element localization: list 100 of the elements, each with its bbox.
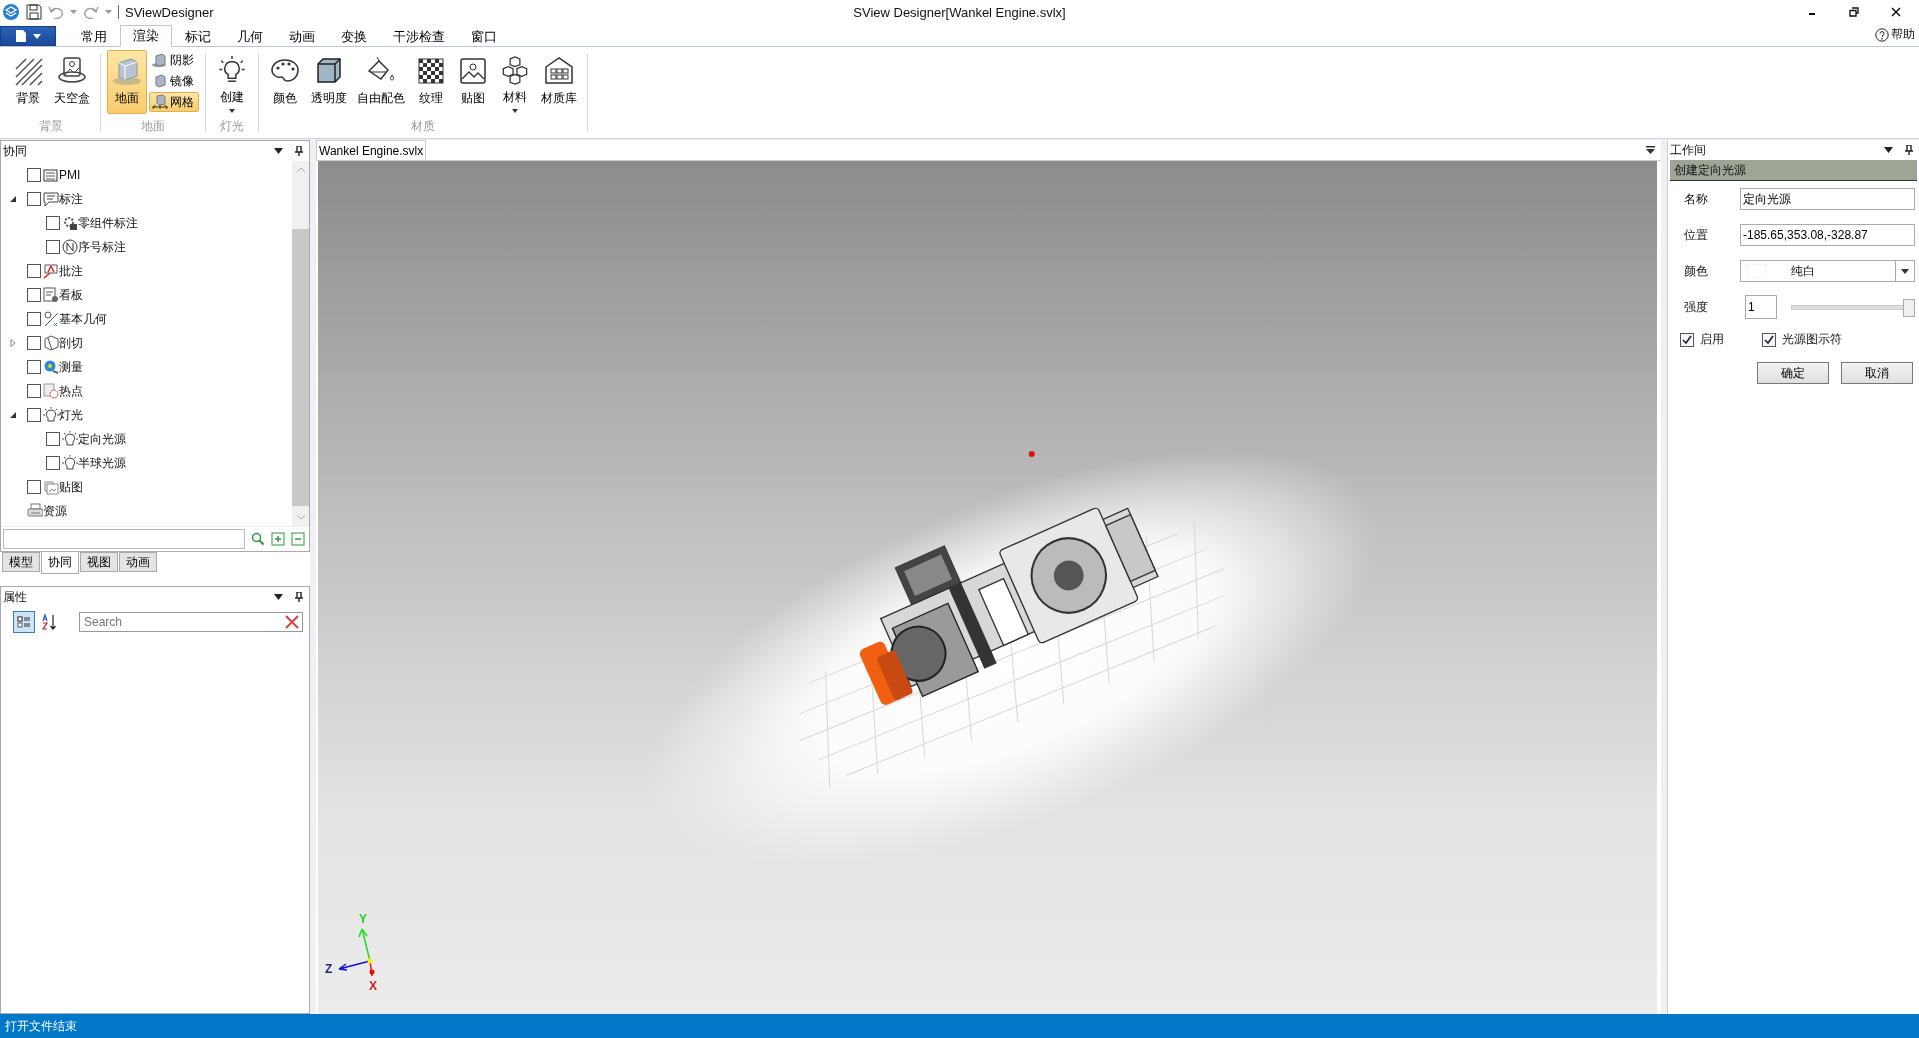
checkbox[interactable]	[27, 168, 41, 182]
search-field[interactable]: Search	[79, 612, 303, 632]
ribbon-tab[interactable]: 变换	[328, 25, 380, 47]
restore-icon[interactable]	[1849, 7, 1859, 17]
ribbon-tab[interactable]: 窗口	[458, 25, 510, 47]
panel-tab[interactable]: 视图	[80, 552, 118, 572]
checkbox[interactable]	[46, 456, 60, 470]
filter-field[interactable]	[3, 529, 245, 549]
ribbon-button[interactable]: 材质库	[537, 50, 581, 114]
tree-item[interactable]: 序号标注	[1, 235, 292, 259]
ribbon-button[interactable]: 材料	[495, 50, 535, 114]
ribbon-button[interactable]: 地面	[107, 50, 147, 114]
dropdown-icon[interactable]	[274, 148, 283, 154]
categorized-list-icon[interactable]	[13, 611, 35, 633]
close-icon[interactable]	[1891, 7, 1901, 17]
ribbon-button[interactable]: 网格	[149, 92, 199, 112]
tree-item[interactable]: 贴图	[1, 475, 292, 499]
ribbon-button[interactable]: 阴影	[149, 50, 199, 70]
intensity-field[interactable]: 1	[1745, 295, 1777, 319]
checkbox-label[interactable]: 启用	[1700, 331, 1724, 348]
checkbox[interactable]	[27, 312, 41, 326]
scrollbar[interactable]	[292, 161, 309, 526]
checkbox[interactable]	[27, 336, 41, 350]
tree-item[interactable]: PMI	[1, 163, 292, 187]
tree-item[interactable]: 看板	[1, 283, 292, 307]
pin-icon[interactable]	[1905, 145, 1913, 155]
ribbon-button[interactable]: 纹理	[411, 50, 451, 114]
ribbon-button[interactable]: 背景	[8, 50, 48, 114]
expand-all-icon[interactable]	[271, 532, 285, 546]
tree-item[interactable]: 测量	[1, 355, 292, 379]
tree-item[interactable]: 基本几何	[1, 307, 292, 331]
checkbox[interactable]	[46, 240, 60, 254]
panel-tab[interactable]: 协同	[41, 552, 79, 574]
checkbox[interactable]	[27, 384, 41, 398]
name-field[interactable]: 定向光源	[1740, 188, 1915, 210]
ribbon-button[interactable]: 自由配色	[353, 50, 409, 114]
checkbox[interactable]	[46, 432, 60, 446]
tree-item[interactable]: 资源	[1, 499, 292, 523]
tree-item[interactable]: 半球光源	[1, 451, 292, 475]
checkbox[interactable]	[1762, 332, 1776, 347]
caret-icon[interactable]	[105, 9, 112, 15]
ribbon-tab[interactable]: 渲染	[120, 25, 172, 47]
tree-item[interactable]: 批注	[1, 259, 292, 283]
ribbon-button[interactable]: 颜色	[265, 50, 305, 114]
ribbon-tab[interactable]: 几何	[224, 25, 276, 47]
pin-icon[interactable]	[295, 146, 303, 156]
checkbox[interactable]	[27, 408, 41, 422]
redo-icon[interactable]	[83, 4, 99, 20]
ribbon-tab[interactable]: 常用	[68, 25, 120, 47]
app-logo-icon[interactable]	[2, 3, 20, 21]
tree-item[interactable]: 标注	[1, 187, 292, 211]
panel-tab[interactable]: 动画	[119, 552, 157, 572]
checkbox[interactable]	[1680, 332, 1694, 347]
checkbox[interactable]	[27, 360, 41, 374]
save-icon[interactable]	[26, 4, 42, 20]
clear-icon[interactable]	[285, 615, 299, 629]
note-icon	[43, 191, 59, 207]
color-dropdown[interactable]: 纯白	[1740, 260, 1915, 282]
document-tab[interactable]: Wankel Engine.svlx	[316, 140, 427, 160]
intensity-slider[interactable]	[1791, 299, 1915, 315]
panel-title: 属性	[3, 588, 27, 606]
ribbon-button[interactable]: 创建	[212, 50, 252, 114]
dialog-button[interactable]: 确定	[1757, 362, 1829, 384]
ribbon-button[interactable]: 天空盒	[50, 50, 94, 114]
checkbox[interactable]	[27, 264, 41, 278]
ribbon-button[interactable]: 贴图	[453, 50, 493, 114]
collapse-all-icon[interactable]	[291, 532, 305, 546]
light-source-marker[interactable]	[1028, 451, 1035, 457]
pin-icon[interactable]	[295, 592, 303, 602]
ribbon-tab[interactable]: 干涉检查	[380, 25, 458, 47]
ribbon-tab[interactable]: 标记	[172, 25, 224, 47]
collapse-arrow-icon[interactable]	[9, 195, 17, 203]
tab-list-icon[interactable]	[1646, 146, 1655, 154]
tree-item[interactable]: 剖切	[1, 331, 292, 355]
caret-icon[interactable]	[70, 9, 77, 15]
ribbon-button[interactable]: 透明度	[307, 50, 351, 114]
panel-tab[interactable]: 模型	[2, 552, 40, 572]
position-field[interactable]: -185.65,353.08,-328.87	[1740, 224, 1915, 246]
checkbox[interactable]	[27, 192, 41, 206]
ribbon-tab[interactable]: 动画	[276, 25, 328, 47]
checkbox[interactable]	[46, 216, 60, 230]
dropdown-icon[interactable]	[274, 594, 283, 600]
tree-item[interactable]: 零组件标注	[1, 211, 292, 235]
dropdown-icon[interactable]	[1884, 147, 1893, 153]
tree-item[interactable]: 定向光源	[1, 427, 292, 451]
expand-arrow-icon[interactable]	[9, 339, 17, 347]
search-icon[interactable]	[251, 532, 265, 546]
help-button[interactable]: 帮助	[1875, 26, 1919, 46]
dialog-button[interactable]: 取消	[1841, 362, 1913, 384]
undo-icon[interactable]	[48, 4, 64, 20]
scrollbar-thumb[interactable]	[292, 229, 309, 506]
file-menu-button[interactable]	[0, 26, 56, 46]
checkbox[interactable]	[27, 288, 41, 302]
collapse-arrow-icon[interactable]	[9, 411, 17, 419]
tree-item[interactable]: 灯光	[1, 403, 292, 427]
checkbox[interactable]	[27, 480, 41, 494]
tree-item[interactable]: 热点	[1, 379, 292, 403]
checkbox-label[interactable]: 光源图示符	[1782, 331, 1842, 348]
ribbon-button[interactable]: 镜像	[149, 71, 199, 91]
slider-thumb[interactable]	[1903, 298, 1915, 317]
